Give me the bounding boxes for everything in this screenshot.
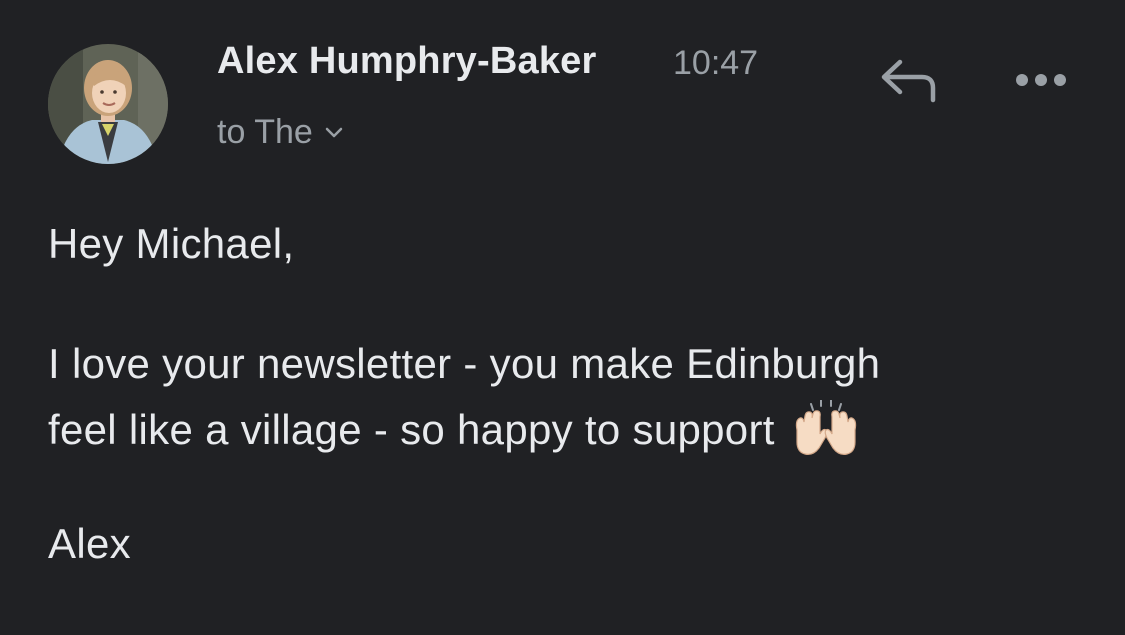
recipient-toggle[interactable]: to The: [217, 113, 343, 152]
raising-hands-emoji-icon: [793, 400, 859, 460]
sender-name[interactable]: Alex Humphry-Baker: [217, 40, 597, 83]
reply-button[interactable]: [878, 56, 940, 104]
body-line-1: I love your newsletter - you make Edinbu…: [48, 340, 881, 387]
chevron-down-icon: [325, 127, 343, 139]
more-options-icon: [1016, 74, 1066, 86]
body-line-2: feel like a village - so happy to suppor…: [48, 406, 775, 453]
body-line-2-row: feel like a village - so happy to suppor…: [48, 400, 859, 460]
greeting-text: Hey Michael,: [48, 220, 295, 267]
signoff-text: Alex: [48, 520, 131, 567]
reply-icon: [881, 59, 936, 103]
sender-avatar[interactable]: [48, 44, 168, 164]
avatar-photo: [48, 44, 168, 164]
email-message-view: Alex Humphry-Baker 10:47 to The Hey Mich…: [0, 0, 1125, 635]
message-time: 10:47: [673, 44, 759, 82]
more-options-button[interactable]: [1010, 64, 1072, 96]
recipient-label: to The: [217, 113, 313, 151]
